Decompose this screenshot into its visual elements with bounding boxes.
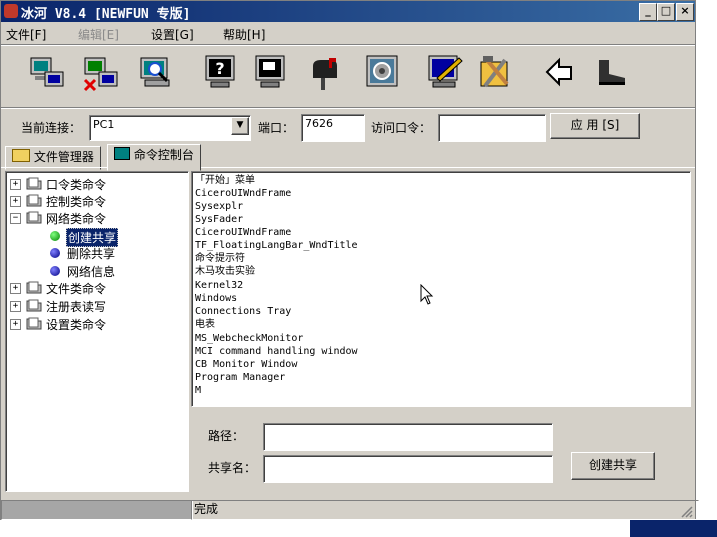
resize-grip-icon[interactable] — [681, 506, 693, 518]
share-form: 路径： 共享名： 创建共享 — [191, 407, 691, 493]
console-line: Kernel32 — [195, 280, 244, 291]
expand-icon[interactable]: + — [10, 196, 21, 207]
boot-icon[interactable] — [591, 52, 631, 92]
tab-strip: 文件管理器 命令控制台 — [1, 144, 695, 171]
password-input[interactable] — [438, 114, 546, 142]
tree-node-label: 口令类命令 — [46, 178, 107, 192]
tab-baseline — [1, 167, 695, 168]
tools-icon[interactable] — [475, 52, 515, 92]
status-bar: 完成 — [1, 498, 699, 520]
share-name-label: 共享名： — [208, 461, 257, 475]
tree-node-label: 网络类命令 — [46, 212, 107, 226]
blue-dot-icon — [50, 266, 60, 276]
connection-bar: 当前连接： PC1 ▼ 端口： 7626 访问口令： 应 用 [S] — [1, 111, 695, 142]
desktop-background — [630, 520, 717, 537]
folder-icon — [26, 177, 42, 190]
port-input[interactable]: 7626 — [301, 114, 365, 142]
expand-icon[interactable]: + — [10, 301, 21, 312]
current-connection-label: 当前连接： — [21, 121, 82, 135]
blue-dot-icon — [50, 248, 60, 258]
maximize-button[interactable]: □ — [657, 3, 675, 21]
svg-text:?: ? — [215, 59, 224, 78]
password-label: 访问口令： — [371, 121, 432, 135]
search-host-icon[interactable] — [137, 52, 177, 92]
menu-file[interactable]: 文件[F] — [6, 26, 46, 43]
tree-node-label: 控制类命令 — [46, 195, 107, 209]
expand-icon[interactable]: + — [10, 179, 21, 190]
tab-label: 命令控制台 — [133, 148, 194, 162]
open-folder-icon — [26, 211, 42, 224]
mouse-cursor-icon — [420, 284, 434, 305]
console-line: CiceroUIWndFrame — [195, 188, 292, 199]
apply-button[interactable]: 应 用 [S] — [550, 113, 640, 139]
console-line: Sysexplr — [195, 201, 244, 212]
tree-node-label: 文件类命令 — [46, 282, 107, 296]
screen-icon[interactable] — [251, 52, 291, 92]
console-line: MCI command handling window — [195, 346, 358, 357]
console-line: Connections Tray — [195, 306, 292, 317]
folder-icon — [12, 149, 30, 162]
expand-icon[interactable]: + — [10, 319, 21, 330]
console-line: MS_WebcheckMonitor — [195, 333, 304, 344]
console-line: CiceroUIWndFrame — [195, 227, 292, 238]
app-icon — [4, 4, 18, 18]
tree-node-label: 网络信息 — [67, 265, 116, 279]
folder-icon — [26, 194, 42, 207]
config-icon[interactable] — [363, 52, 403, 92]
tree-node-label: 删除共享 — [67, 247, 116, 261]
title-bar[interactable]: 冰河 V8.4 [NEWFUN 专版] _ □ × — [1, 1, 695, 22]
tab-command-console[interactable]: 命令控制台 — [107, 144, 201, 171]
connection-select[interactable]: PC1 ▼ — [89, 115, 251, 141]
collapse-icon[interactable]: − — [10, 213, 21, 224]
console-line: CB Monitor Window — [195, 359, 298, 370]
port-label: 端口： — [258, 121, 295, 135]
menu-settings[interactable]: 设置[G] — [151, 26, 194, 43]
delete-host-icon[interactable] — [81, 52, 121, 92]
chevron-down-icon[interactable]: ▼ — [231, 117, 249, 135]
console-line: 电表 — [195, 319, 215, 330]
window-title: 冰河 V8.4 [NEWFUN 专版] — [21, 7, 191, 22]
help-icon[interactable]: ? — [201, 52, 241, 92]
menu-help[interactable]: 帮助[H] — [223, 26, 265, 43]
minimize-button[interactable]: _ — [639, 3, 657, 21]
close-button[interactable]: × — [676, 3, 694, 21]
toolbar-separator — [1, 107, 695, 109]
console-line: 木马攻击实验 — [195, 266, 255, 277]
status-progress — [1, 500, 193, 520]
menu-bar: 文件[F] 编辑[E] 设置[G] 帮助[H] — [1, 23, 695, 43]
computer-icon — [114, 147, 130, 160]
main-window: 冰河 V8.4 [NEWFUN 专版] _ □ × 文件[F] 编辑[E] 设置… — [0, 0, 699, 520]
console-line: 「开始」菜单 — [195, 175, 255, 186]
status-text: 完成 — [191, 500, 699, 520]
console-line: SysFader — [195, 214, 244, 225]
tree-node-label: 设置类命令 — [46, 318, 107, 332]
console-line: M — [195, 385, 202, 396]
console-line: Windows — [195, 293, 238, 304]
console-line: Program Manager — [195, 372, 286, 383]
tab-label: 文件管理器 — [33, 150, 94, 164]
expand-icon[interactable]: + — [10, 283, 21, 294]
arrow-icon[interactable] — [539, 52, 579, 92]
console-line: TF_FloatingLangBar_WndTitle — [195, 240, 358, 251]
folder-icon — [26, 281, 42, 294]
path-input[interactable] — [263, 423, 553, 451]
toolbar: ? — [1, 46, 695, 108]
edit-icon[interactable] — [425, 52, 465, 92]
console-output[interactable]: 「开始」菜单 CiceroUIWndFrame Sysexplr SysFade… — [191, 171, 691, 407]
console-line: 命令提示符 — [195, 253, 245, 264]
command-tree[interactable]: + 口令类命令 + 控制类命令 − 网络类命令 创建共享 删除共享 网络信息 + — [5, 171, 189, 492]
connection-select-value: PC1 — [93, 118, 115, 131]
tree-node-label: 注册表读写 — [46, 300, 107, 314]
menu-edit[interactable]: 编辑[E] — [78, 26, 119, 43]
create-share-button[interactable]: 创建共享 — [571, 452, 655, 480]
add-host-icon[interactable] — [27, 52, 67, 92]
path-label: 路径： — [208, 429, 245, 443]
folder-icon — [26, 299, 42, 312]
mailbox-icon[interactable] — [303, 52, 343, 92]
folder-icon — [26, 317, 42, 330]
green-dot-icon — [50, 231, 60, 241]
share-name-input[interactable] — [263, 455, 553, 483]
